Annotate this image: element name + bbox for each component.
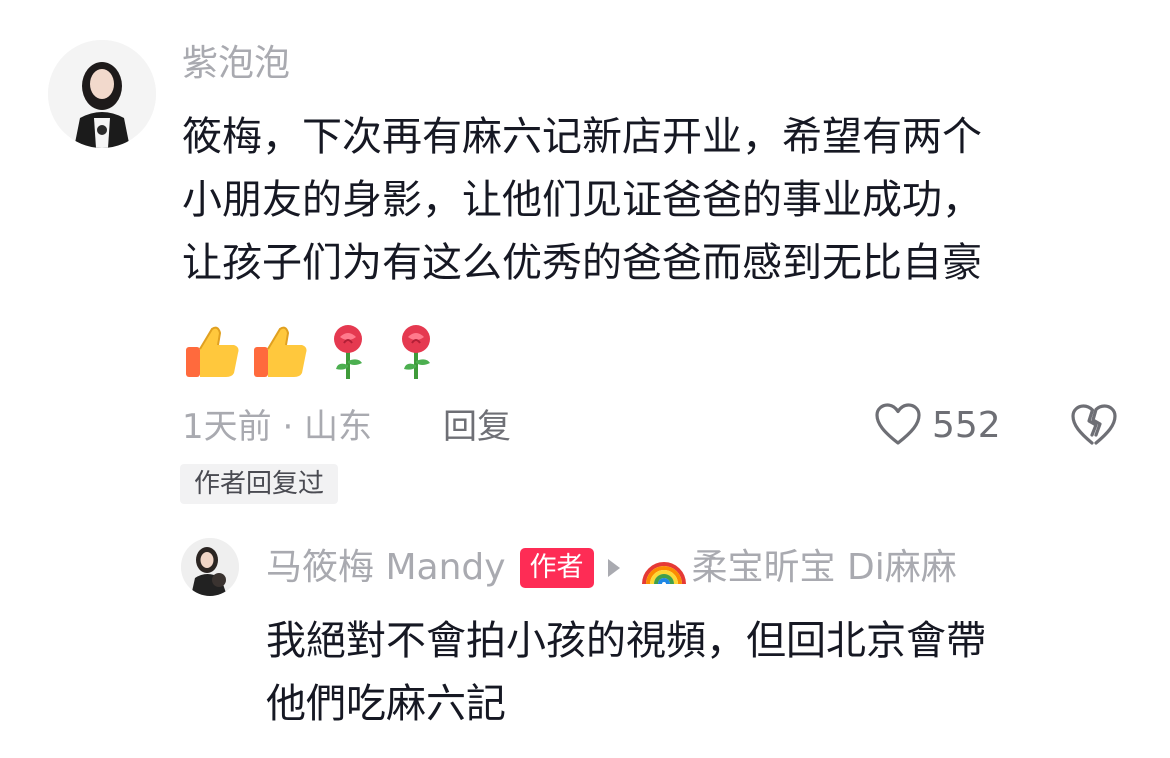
reply-button[interactable]: 回复: [443, 404, 511, 450]
thumbs-up-icon: [250, 321, 310, 381]
reply-target-name[interactable]: 柔宝昕宝 Di麻麻: [692, 544, 957, 592]
like-button[interactable]: 552: [874, 402, 1001, 450]
rose-icon: [318, 321, 378, 381]
comment-text: 筱梅，下次再有麻六记新店开业，希望有两个 小朋友的身影，让他们见证爸爸的事业成功…: [182, 114, 982, 286]
dislike-button[interactable]: [1070, 403, 1118, 451]
commenter-name[interactable]: 紫泡泡: [182, 40, 290, 88]
broken-heart-icon: [1070, 404, 1118, 451]
thumbs-up-icon: [182, 321, 242, 381]
like-count: 552: [932, 405, 1001, 446]
heart-icon: [874, 402, 922, 450]
author-replied-tag: 作者回复过: [180, 464, 339, 504]
commenter-avatar[interactable]: [48, 40, 156, 148]
comment-time-location: 1天前 · 山东: [182, 407, 373, 447]
reply-to-arrow-icon: [607, 559, 620, 577]
reply-author-name[interactable]: 马筱梅 Mandy: [266, 544, 506, 592]
author-badge: 作者: [519, 548, 594, 588]
reply-text: 我絕對不會拍小孩的視頻，但回北京會帶 他們吃麻六記: [266, 618, 986, 727]
comment-emoji-row: [182, 318, 446, 384]
reply-author-avatar[interactable]: [181, 538, 239, 596]
reply-header: 马筱梅 Mandy 作者 柔宝昕宝 Di麻麻: [266, 544, 957, 592]
rose-icon: [386, 321, 446, 381]
rainbow-icon: [640, 546, 688, 590]
